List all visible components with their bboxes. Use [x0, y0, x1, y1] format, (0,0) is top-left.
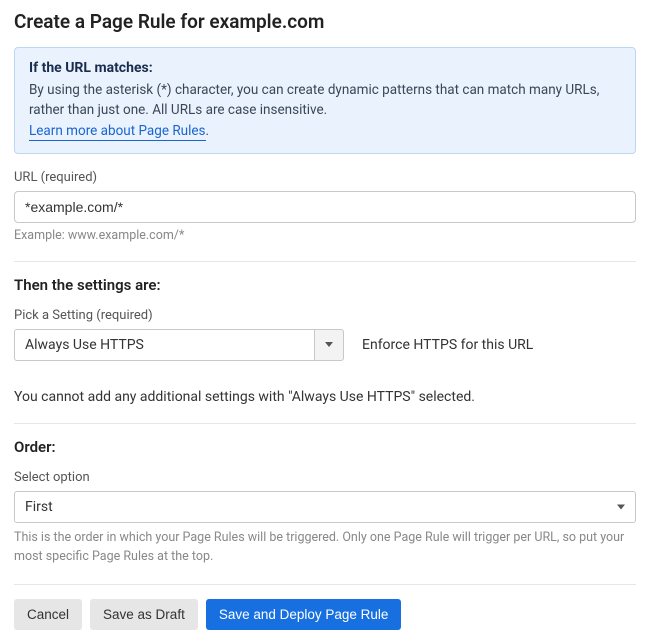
info-box-heading: If the URL matches: — [29, 60, 621, 76]
divider — [14, 261, 636, 262]
chevron-down-icon — [617, 504, 625, 509]
order-select[interactable]: First — [14, 491, 636, 523]
divider — [14, 584, 636, 585]
page-title: Create a Page Rule for example.com — [14, 10, 636, 33]
cancel-button[interactable]: Cancel — [14, 599, 82, 630]
info-box-body: By using the asterisk (*) character, you… — [29, 82, 599, 118]
settings-heading: Then the settings are: — [14, 276, 636, 294]
setting-notice: You cannot add any additional settings w… — [14, 389, 636, 405]
button-row: Cancel Save as Draft Save and Deploy Pag… — [14, 599, 636, 630]
chevron-down-icon — [325, 342, 333, 347]
setting-select[interactable]: Always Use HTTPS — [14, 329, 344, 361]
info-box: If the URL matches: By using the asteris… — [14, 47, 636, 154]
info-box-text: By using the asterisk (*) character, you… — [29, 80, 621, 141]
pick-setting-label: Pick a Setting (required) — [14, 308, 636, 323]
url-input[interactable] — [14, 191, 636, 223]
url-label: URL (required) — [14, 170, 636, 185]
learn-more-link[interactable]: Learn more about Page Rules — [29, 123, 206, 141]
setting-description: Enforce HTTPS for this URL — [362, 337, 533, 353]
order-select-label: Select option — [14, 470, 636, 485]
setting-select-toggle[interactable] — [314, 329, 344, 361]
save-deploy-button[interactable]: Save and Deploy Page Rule — [206, 599, 402, 630]
setting-select-value: Always Use HTTPS — [14, 329, 314, 361]
divider — [14, 423, 636, 424]
save-draft-button[interactable]: Save as Draft — [90, 599, 198, 630]
order-heading: Order: — [14, 438, 636, 456]
url-example: Example: www.example.com/* — [14, 228, 636, 243]
info-box-suffix: . — [206, 123, 210, 139]
order-select-value: First — [25, 499, 53, 515]
order-help-text: This is the order in which your Page Rul… — [14, 529, 636, 567]
